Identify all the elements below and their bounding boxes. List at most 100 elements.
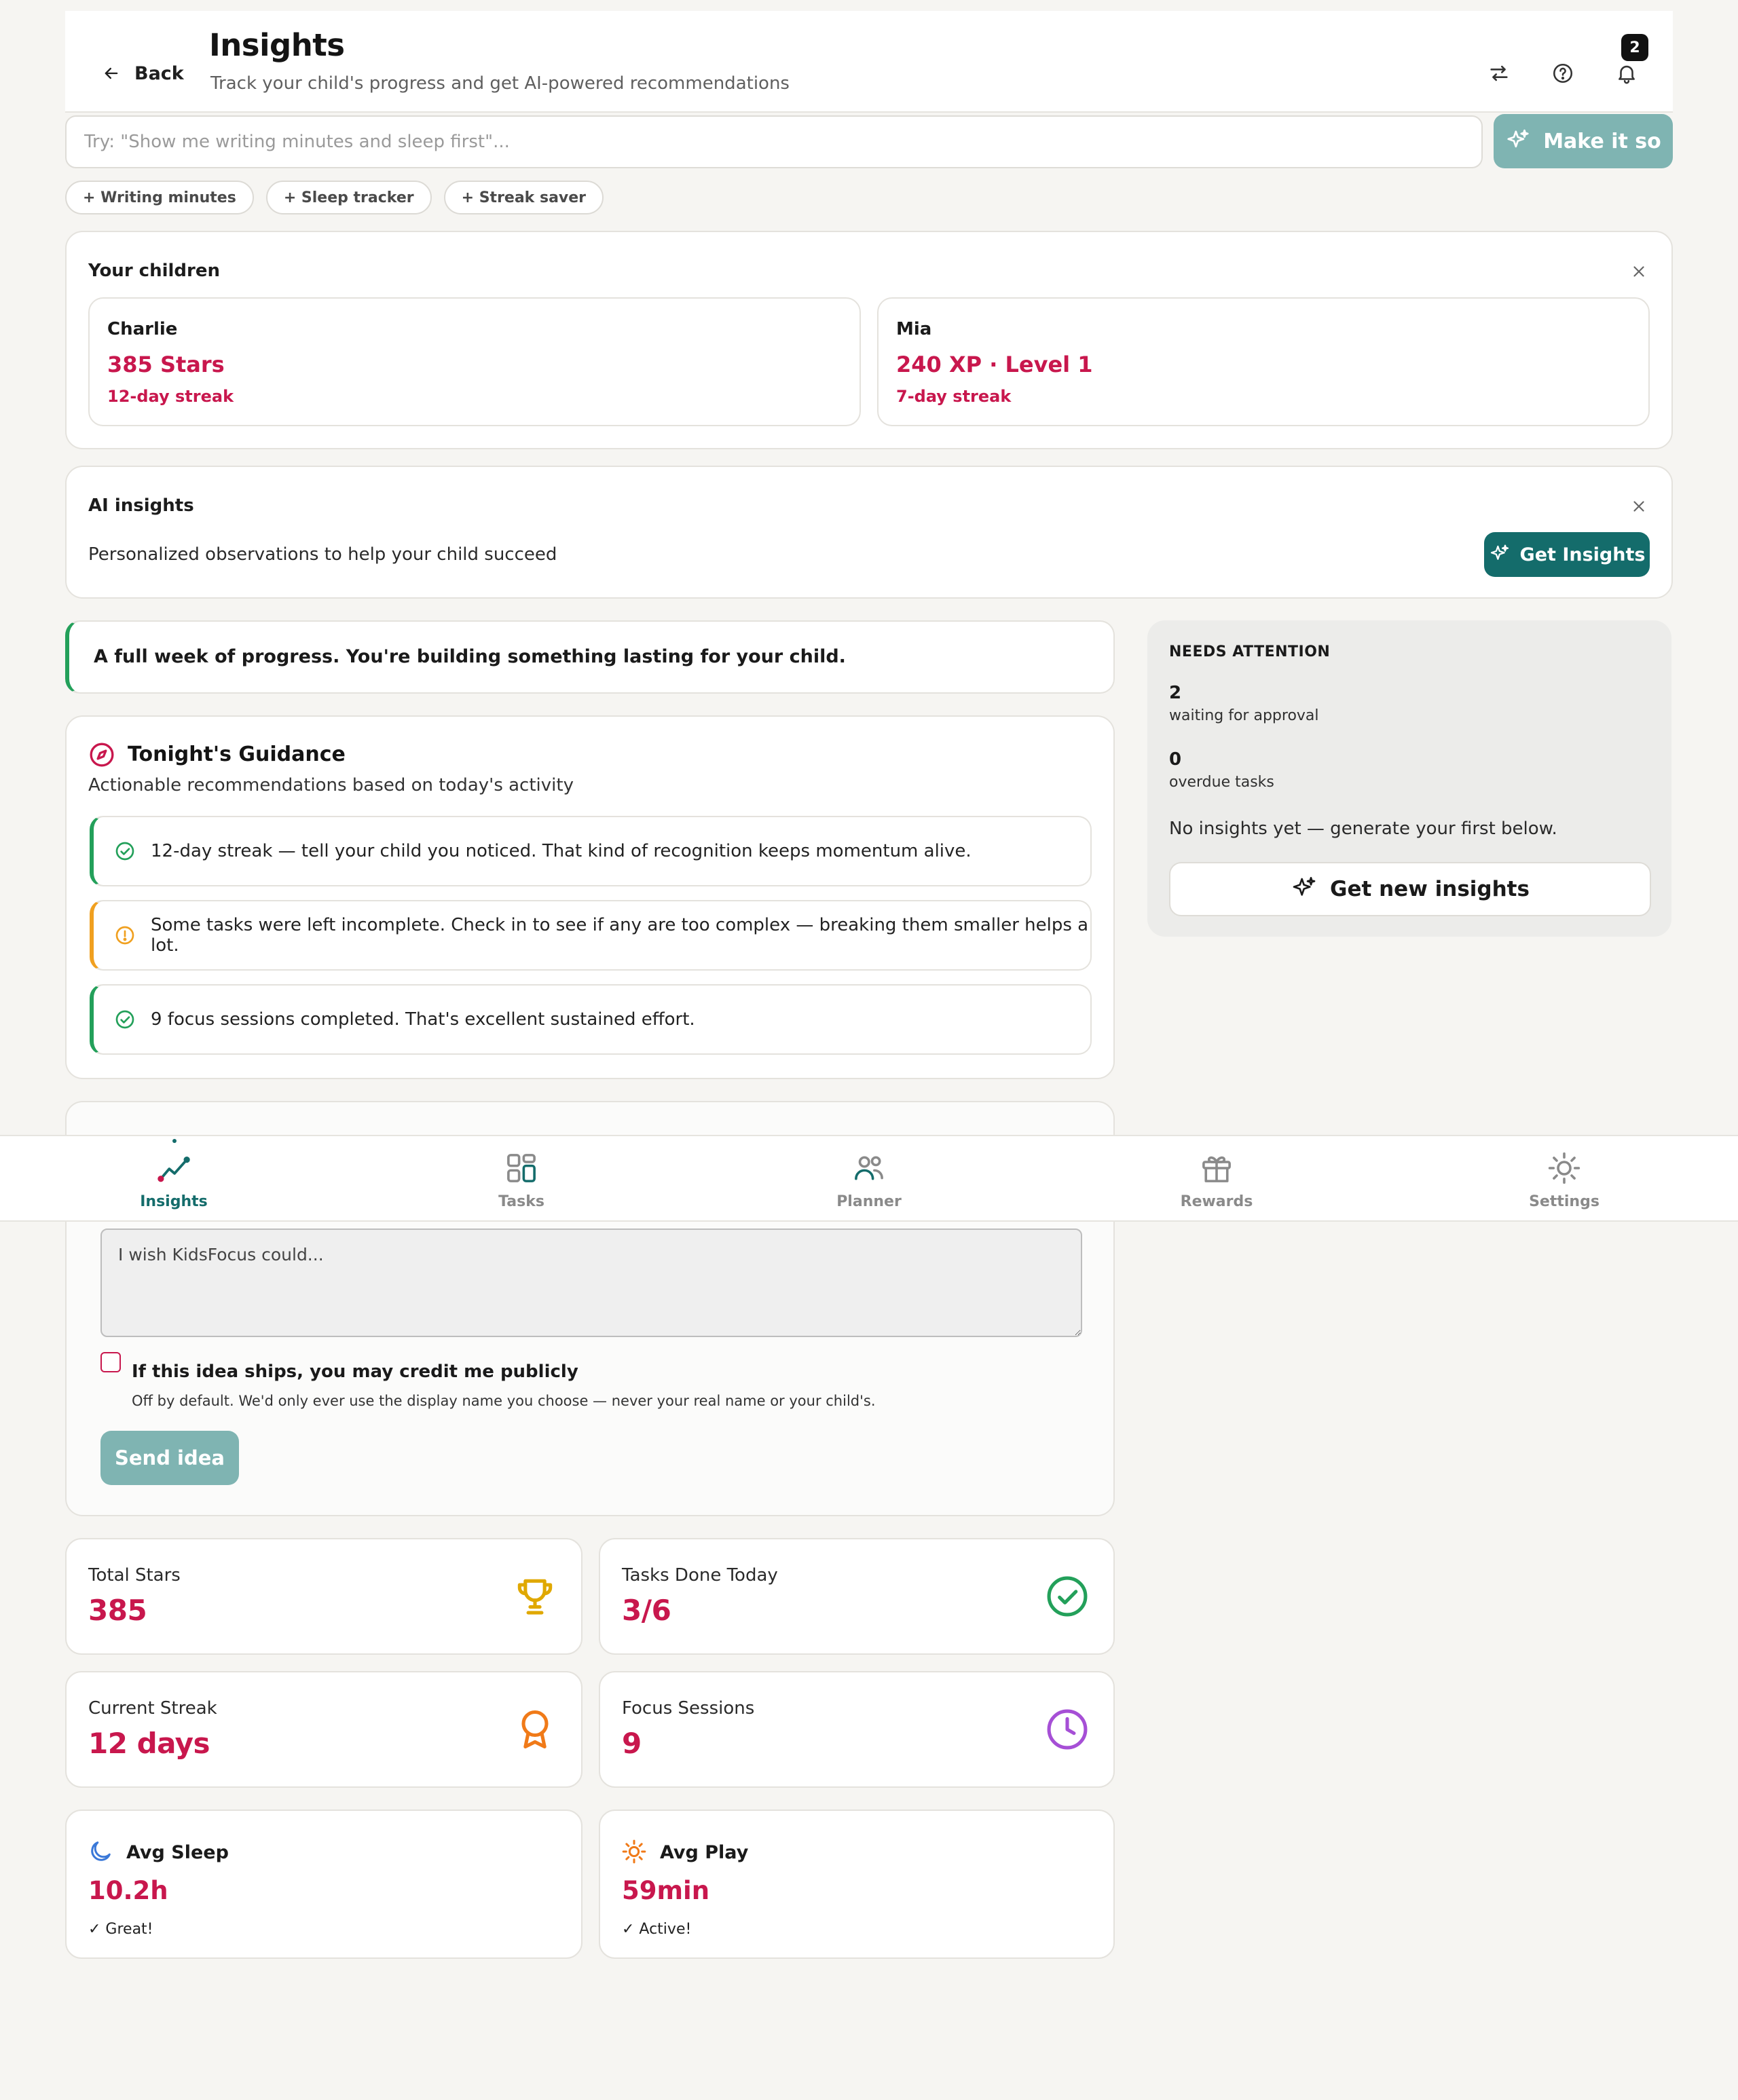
child-name: Charlie (107, 319, 178, 339)
guidance-item: 12-day streak — tell your child you noti… (90, 816, 1092, 886)
nav-planner[interactable]: Planner (695, 1136, 1043, 1223)
swap-arrows-icon (1487, 62, 1511, 85)
close-ai-insights-button[interactable] (1625, 493, 1652, 520)
close-children-button[interactable] (1625, 258, 1652, 285)
needs-attention-panel: NEEDS ATTENTION 2 waiting for approval 0… (1147, 620, 1671, 937)
check-circle-icon (114, 1009, 136, 1030)
arrow-left-icon (102, 64, 121, 83)
stat-label: Total Stars (88, 1565, 181, 1586)
back-label: Back (134, 62, 184, 84)
stat-tasks-today: Tasks Done Today 3/6 (599, 1538, 1115, 1655)
stat-value: 12 days (88, 1727, 210, 1760)
make-it-so-button[interactable]: Make it so (1494, 114, 1673, 168)
switch-button[interactable] (1480, 54, 1518, 92)
needs-attention-heading: NEEDS ATTENTION (1169, 643, 1331, 660)
nav-rewards[interactable]: Rewards (1043, 1136, 1390, 1223)
app-header: Back Insights Track your child's progres… (65, 11, 1673, 113)
nav-label: Rewards (1180, 1193, 1253, 1210)
nav-label: Insights (140, 1193, 208, 1210)
credit-label: If this idea ships, you may credit me pu… (132, 1362, 578, 1382)
guidance-text: 12-day streak — tell your child you noti… (151, 841, 972, 861)
help-button[interactable] (1544, 54, 1582, 92)
guidance-subtitle: Actionable recommendations based on toda… (88, 775, 574, 795)
bell-icon (1615, 62, 1638, 85)
suggestion-chips: + Writing minutes + Sleep tracker + Stre… (65, 181, 604, 214)
credit-checkbox[interactable] (100, 1352, 121, 1372)
sparkles-icon (1489, 544, 1511, 565)
sun-icon (621, 1838, 648, 1865)
child-card-mia[interactable]: Mia 240 XP · Level 1 7-day streak (877, 297, 1650, 426)
child-score: 240 XP · Level 1 (896, 352, 1093, 377)
stat-value: 10.2h (88, 1876, 168, 1905)
nav-label: Planner (836, 1193, 902, 1210)
ai-insights-card: AI insights Personalized observations to… (65, 466, 1673, 599)
approval-count: 2 (1169, 683, 1182, 703)
nav-insights[interactable]: Insights (0, 1136, 348, 1223)
stat-label: Avg Play (660, 1842, 749, 1863)
nav-label: Settings (1529, 1193, 1600, 1210)
children-title: Your children (88, 261, 221, 281)
get-new-insights-label: Get new insights (1330, 877, 1530, 901)
child-streak: 7-day streak (896, 387, 1012, 406)
guidance-card: Tonight's Guidance Actionable recommenda… (65, 715, 1115, 1079)
sparkles-icon (1505, 128, 1531, 154)
nav-settings[interactable]: Settings (1390, 1136, 1738, 1223)
stat-note: ✓ Great! (88, 1921, 153, 1938)
help-circle-icon (1551, 62, 1574, 85)
close-icon (1630, 498, 1648, 515)
stat-avg-play: Avg Play 59min ✓ Active! (599, 1810, 1115, 1959)
check-circle-icon (114, 840, 136, 862)
stat-value: 59min (622, 1876, 710, 1905)
make-it-so-label: Make it so (1543, 129, 1661, 153)
child-streak: 12-day streak (107, 387, 234, 406)
children-card: Your children Charlie 385 Stars 12-day s… (65, 231, 1673, 449)
stat-focus-sessions: Focus Sessions 9 (599, 1671, 1115, 1788)
stat-label: Focus Sessions (622, 1698, 755, 1719)
stat-value: 385 (88, 1594, 147, 1627)
grid-icon (503, 1150, 540, 1186)
trophy-icon (512, 1573, 558, 1619)
stat-note: ✓ Active! (622, 1921, 692, 1938)
get-insights-label: Get Insights (1519, 544, 1646, 565)
guidance-text: 9 focus sessions completed. That's excel… (151, 1009, 695, 1030)
ai-insights-title: AI insights (88, 495, 194, 516)
no-insights-text: No insights yet — generate your first be… (1169, 819, 1557, 839)
chip-writing-minutes[interactable]: + Writing minutes (65, 181, 254, 214)
get-new-insights-button[interactable]: Get new insights (1169, 862, 1651, 916)
child-card-charlie[interactable]: Charlie 385 Stars 12-day streak (88, 297, 861, 426)
close-icon (1630, 263, 1648, 280)
stat-value: 9 (622, 1727, 642, 1760)
stat-label: Current Streak (88, 1698, 217, 1719)
page-subtitle: Track your child's progress and get AI-p… (210, 73, 790, 94)
back-button[interactable]: Back (102, 52, 184, 95)
approval-label: waiting for approval (1169, 707, 1319, 724)
overdue-count: 0 (1169, 749, 1182, 770)
guidance-title: Tonight's Guidance (128, 743, 346, 766)
chip-sleep-tracker[interactable]: + Sleep tracker (265, 181, 432, 214)
get-insights-button[interactable]: Get Insights (1484, 532, 1650, 577)
users-icon (851, 1150, 887, 1186)
chip-streak-saver[interactable]: + Streak saver (443, 181, 604, 214)
nav-tasks[interactable]: Tasks (348, 1136, 695, 1223)
stat-value: 3/6 (622, 1594, 671, 1627)
moon-icon (87, 1838, 114, 1865)
guidance-item: Some tasks were left incomplete. Check i… (90, 900, 1092, 971)
overdue-label: overdue tasks (1169, 774, 1274, 791)
sparkles-icon (1291, 876, 1318, 903)
check-circle-icon (1044, 1573, 1090, 1619)
child-name: Mia (896, 319, 932, 339)
alert-circle-icon (114, 924, 136, 946)
stat-total-stars: Total Stars 385 (65, 1538, 583, 1655)
bottom-navigation: Insights Tasks Planner Rewards Settings (0, 1135, 1738, 1222)
stat-label: Avg Sleep (126, 1842, 229, 1863)
stat-current-streak: Current Streak 12 days (65, 1671, 583, 1788)
gift-icon (1198, 1150, 1235, 1186)
idea-textarea[interactable] (100, 1229, 1082, 1337)
guidance-item: 9 focus sessions completed. That's excel… (90, 984, 1092, 1055)
stat-avg-sleep: Avg Sleep 10.2h ✓ Great! (65, 1810, 583, 1959)
nav-label: Tasks (498, 1193, 544, 1210)
child-score: 385 Stars (107, 352, 225, 377)
command-input[interactable] (65, 115, 1483, 168)
send-idea-button[interactable]: Send idea (100, 1431, 239, 1485)
notification-badge: 2 (1621, 34, 1648, 61)
